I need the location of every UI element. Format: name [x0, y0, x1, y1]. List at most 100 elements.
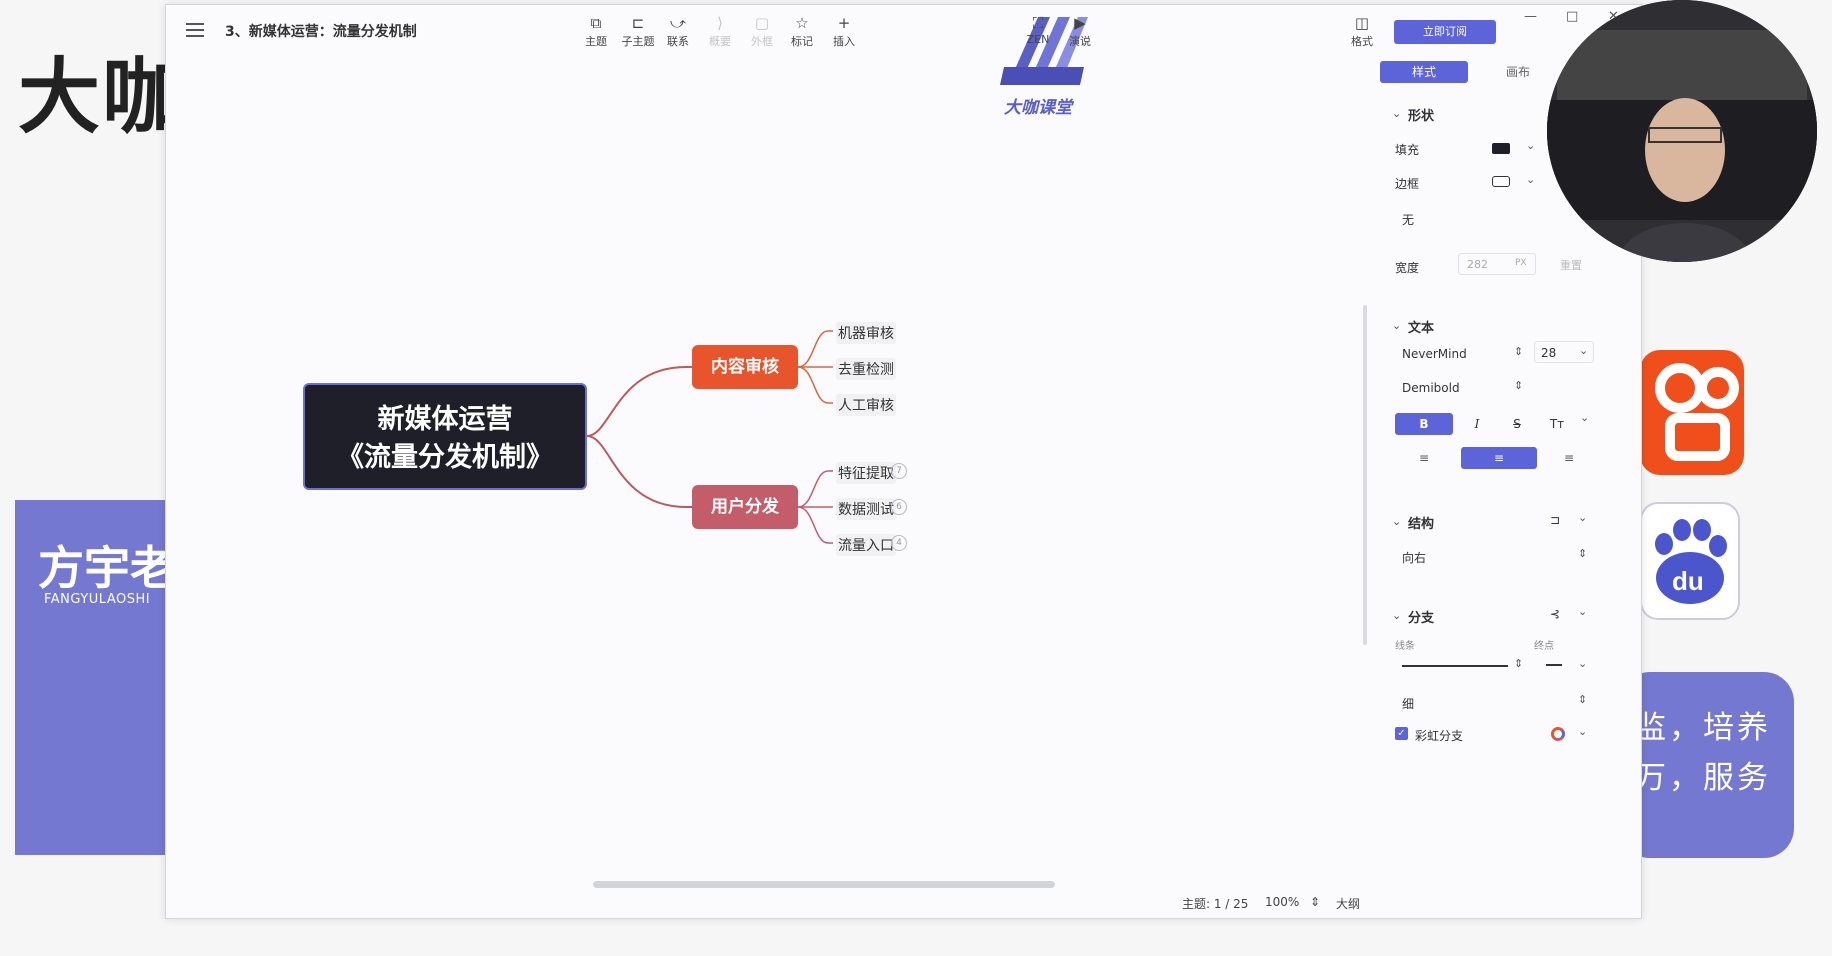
font-size-select[interactable]: 28 ⌄ — [1534, 341, 1594, 363]
subtopic-dedup-check[interactable]: 去重检测 — [836, 358, 896, 380]
subscribe-button[interactable]: 立即订阅 — [1394, 20, 1496, 44]
topic-content-review[interactable]: 内容审核 — [692, 345, 798, 389]
zoom-stepper-icon[interactable]: ⇕ — [1310, 895, 1320, 909]
collapsed-count-badge[interactable]: 6 — [891, 499, 907, 515]
maximize-icon[interactable]: □ — [1566, 9, 1578, 24]
line-end-preview[interactable] — [1546, 664, 1562, 666]
subtopic-manual-review[interactable]: 人工审核 — [836, 394, 896, 416]
toolbar-subtopic-button[interactable]: ⊏ 子主题 — [616, 13, 660, 49]
font-weight-select[interactable]: Demibold — [1402, 381, 1460, 395]
toolbar-boundary-button[interactable]: ▢ 外框 — [740, 13, 784, 49]
width-input[interactable]: 282 PX — [1458, 253, 1536, 275]
format-panel-icon: ◫ — [1354, 14, 1370, 32]
font-size-value: 28 — [1541, 346, 1557, 360]
rainbow-branch-label: 彩虹分支 — [1415, 729, 1464, 743]
fill-color-swatch[interactable] — [1492, 143, 1510, 154]
toolbar-relation-button[interactable]: ⤻ 联系 — [656, 13, 700, 49]
border-value: 无 — [1402, 213, 1415, 227]
kuaishou-app-icon — [1640, 350, 1744, 475]
collapse-chevron-icon[interactable]: ⌄ — [1392, 319, 1401, 332]
fill-dropdown-icon[interactable]: ⌄ — [1526, 139, 1535, 152]
screen: 大咖 方宇老 FANGYULAOSHI du 监，培养 万，服务 3、新媒体运营… — [0, 0, 1832, 956]
subtopic-data-test[interactable]: 数据测试 — [836, 498, 896, 520]
italic-button[interactable]: I — [1462, 413, 1492, 435]
font-weight-stepper-icon[interactable]: ⇕ — [1514, 379, 1523, 392]
fill-label: 填充 — [1395, 143, 1420, 157]
line-thickness-select[interactable]: 细 — [1402, 695, 1414, 712]
align-right-icon[interactable]: ≡ — [1544, 447, 1594, 469]
thickness-stepper-icon[interactable]: ⇕ — [1578, 693, 1587, 706]
rainbow-branch-checkbox[interactable]: ✓ — [1395, 727, 1408, 740]
branch-section-title: 分支 — [1408, 611, 1435, 626]
toolbar-summary-button[interactable]: ⟩ 概要 — [698, 13, 742, 49]
tab-style[interactable]: 样式 — [1380, 61, 1468, 83]
toolbar-label: 演说 — [1069, 35, 1091, 48]
baidu-app-icon: du — [1640, 502, 1740, 620]
toolbar-marker-button[interactable]: ☆ 标记 — [780, 13, 824, 49]
tab-canvas[interactable]: 画布 — [1474, 61, 1562, 83]
collapse-chevron-icon[interactable]: ⌄ — [1392, 609, 1401, 622]
border-label: 边框 — [1395, 177, 1420, 191]
align-left-icon[interactable]: ≡ — [1395, 447, 1453, 469]
marker-icon: ☆ — [795, 14, 809, 32]
minimize-icon[interactable]: — — [1524, 9, 1537, 24]
text-case-dropdown-icon[interactable]: ⌄ — [1580, 411, 1589, 424]
subtopic-feature-extraction[interactable]: 特征提取 — [836, 462, 896, 484]
font-family-select[interactable]: NeverMind — [1402, 347, 1467, 361]
root-topic[interactable]: 新媒体运营 《流量分发机制》 — [303, 383, 587, 490]
presenter-pinyin: FANGYULAOSHI — [44, 592, 151, 607]
line-end-dropdown-icon[interactable]: ⌄ — [1578, 657, 1587, 670]
panel-scrollbar[interactable] — [1363, 305, 1367, 645]
font-size-dropdown-icon: ⌄ — [1579, 344, 1589, 357]
structure-logic-icon[interactable]: ⊐ — [1550, 513, 1560, 527]
toolbar-pitch-button[interactable]: ▶ 演说 — [1058, 13, 1102, 49]
slide-text-line2: 万，服务 — [1635, 760, 1771, 796]
width-reset-button[interactable]: 重置 — [1560, 257, 1582, 273]
toolbar-label: 插入 — [833, 35, 855, 48]
width-label: 宽度 — [1395, 261, 1420, 275]
toolbar-topic-button[interactable]: ⧉ 主题 — [574, 13, 618, 49]
line-style-stepper-icon[interactable]: ⇕ — [1514, 657, 1523, 670]
presenter-name: 方宇老 — [38, 541, 176, 595]
rainbow-dropdown-icon[interactable]: ⌄ — [1578, 725, 1587, 738]
structure-stepper-icon[interactable]: ⇕ — [1578, 547, 1587, 560]
collapsed-count-badge[interactable]: 7 — [891, 463, 907, 479]
collapse-chevron-icon[interactable]: ⌄ — [1392, 107, 1401, 120]
structure-dropdown-icon[interactable]: ⌄ — [1578, 511, 1587, 524]
topic-user-distribution[interactable]: 用户分发 — [692, 485, 798, 529]
align-center-icon[interactable]: ≡ — [1461, 447, 1537, 469]
horizontal-scrollbar[interactable] — [593, 881, 1055, 888]
text-case-button[interactable]: Tт — [1542, 413, 1572, 435]
collapse-chevron-icon[interactable]: ⌄ — [1392, 515, 1401, 528]
bold-button[interactable]: B — [1395, 413, 1453, 435]
root-topic-line2: 《流量分发机制》 — [337, 442, 553, 473]
branch-style-icon[interactable]: ⊰ — [1550, 607, 1560, 621]
collapsed-count-badge[interactable]: 4 — [891, 535, 907, 551]
toolbar-zen-button[interactable]: ⛶ ZEN — [1016, 13, 1060, 46]
zoom-level[interactable]: 100% — [1265, 895, 1299, 909]
toolbar-format-panel-button[interactable]: ◫ 格式 — [1340, 13, 1384, 49]
branch-dropdown-icon[interactable]: ⌄ — [1578, 605, 1587, 618]
structure-direction-select[interactable]: 向右 — [1402, 549, 1426, 566]
border-shape-icon[interactable] — [1492, 176, 1510, 187]
mindmap-app-window: 3、新媒体运营：流量分发机制 大咖课堂 立即订阅 — □ ✕ 新媒体运营 《流量… — [165, 4, 1642, 919]
line-style-preview[interactable] — [1402, 665, 1508, 667]
border-dropdown-icon[interactable]: ⌄ — [1526, 173, 1535, 186]
subtopic-traffic-entry[interactable]: 流量入口 — [836, 534, 896, 556]
text-section-title: 文本 — [1408, 321, 1435, 336]
mindmap-canvas[interactable]: 新媒体运营 《流量分发机制》 内容审核 用户分发 机器审核 去重检测 人工审核 … — [166, 5, 1366, 905]
toolbar-label: 外框 — [751, 35, 773, 48]
font-family-stepper-icon[interactable]: ⇕ — [1514, 345, 1523, 358]
subtopic-machine-review[interactable]: 机器审核 — [836, 322, 896, 344]
outline-button[interactable]: 大纲 — [1336, 895, 1360, 912]
rainbow-palette-icon[interactable] — [1551, 727, 1565, 741]
strikethrough-button[interactable]: S — [1502, 413, 1532, 435]
toolbar-label: 概要 — [709, 35, 731, 48]
toolbar-insert-button[interactable]: + 插入 — [822, 13, 866, 49]
pitch-icon: ▶ — [1074, 14, 1086, 32]
topic-icon: ⧉ — [590, 14, 602, 32]
relation-icon: ⤻ — [669, 14, 687, 32]
width-value: 282 — [1467, 258, 1488, 271]
toolbar-label: 子主题 — [621, 35, 655, 48]
boundary-icon: ▢ — [754, 14, 770, 32]
